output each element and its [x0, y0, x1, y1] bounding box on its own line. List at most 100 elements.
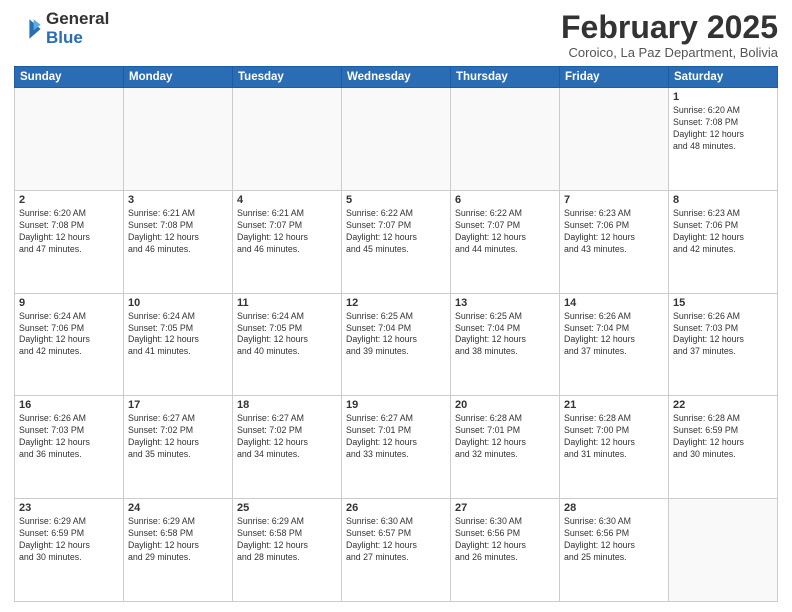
- day-number: 13: [455, 297, 555, 309]
- day-info: Sunrise: 6:21 AM Sunset: 7:08 PM Dayligh…: [128, 208, 228, 256]
- day-number: 1: [673, 91, 773, 103]
- logo-icon: [14, 15, 42, 43]
- header: General Blue February 2025 Coroico, La P…: [14, 10, 778, 60]
- day-info: Sunrise: 6:28 AM Sunset: 6:59 PM Dayligh…: [673, 413, 773, 461]
- day-info: Sunrise: 6:21 AM Sunset: 7:07 PM Dayligh…: [237, 208, 337, 256]
- calendar-day-cell: 22 Sunrise: 6:28 AM Sunset: 6:59 PM Dayli…: [669, 396, 778, 499]
- day-number: 5: [346, 194, 446, 206]
- day-number: 27: [455, 502, 555, 514]
- day-info: Sunrise: 6:28 AM Sunset: 7:00 PM Dayligh…: [564, 413, 664, 461]
- calendar-table: SundayMondayTuesdayWednesdayThursdayFrid…: [14, 66, 778, 602]
- day-info: Sunrise: 6:26 AM Sunset: 7:04 PM Dayligh…: [564, 311, 664, 359]
- day-number: 24: [128, 502, 228, 514]
- day-info: Sunrise: 6:24 AM Sunset: 7:05 PM Dayligh…: [237, 311, 337, 359]
- calendar-day-cell: 25 Sunrise: 6:29 AM Sunset: 6:58 PM Dayli…: [233, 499, 342, 602]
- calendar-day-cell: 14 Sunrise: 6:26 AM Sunset: 7:04 PM Dayli…: [560, 293, 669, 396]
- calendar-day-cell: 4 Sunrise: 6:21 AM Sunset: 7:07 PM Daylig…: [233, 190, 342, 293]
- calendar-weekday-tuesday: Tuesday: [233, 67, 342, 88]
- calendar-weekday-sunday: Sunday: [15, 67, 124, 88]
- day-info: Sunrise: 6:30 AM Sunset: 6:56 PM Dayligh…: [564, 516, 664, 564]
- calendar-day-cell: 13 Sunrise: 6:25 AM Sunset: 7:04 PM Dayli…: [451, 293, 560, 396]
- day-number: 10: [128, 297, 228, 309]
- day-number: 3: [128, 194, 228, 206]
- calendar-day-cell: 12Sunrise: 6:25 AM Sunset: 7:04 PM Dayli…: [342, 293, 451, 396]
- day-number: 16: [19, 399, 119, 411]
- logo-blue-text: Blue: [46, 29, 109, 48]
- day-number: 26: [346, 502, 446, 514]
- calendar-day-cell: 24 Sunrise: 6:29 AM Sunset: 6:58 PM Dayli…: [124, 499, 233, 602]
- calendar-weekday-friday: Friday: [560, 67, 669, 88]
- day-info: Sunrise: 6:23 AM Sunset: 7:06 PM Dayligh…: [673, 208, 773, 256]
- day-number: 8: [673, 194, 773, 206]
- calendar-weekday-thursday: Thursday: [451, 67, 560, 88]
- day-info: Sunrise: 6:25 AM Sunset: 7:04 PM Dayligh…: [346, 311, 446, 359]
- calendar-weekday-wednesday: Wednesday: [342, 67, 451, 88]
- day-number: 28: [564, 502, 664, 514]
- calendar-day-cell: [342, 88, 451, 191]
- day-info: Sunrise: 6:26 AM Sunset: 7:03 PM Dayligh…: [19, 413, 119, 461]
- calendar-day-cell: 26 Sunrise: 6:30 AM Sunset: 6:57 PM Dayli…: [342, 499, 451, 602]
- calendar-day-cell: 28 Sunrise: 6:30 AM Sunset: 6:56 PM Dayli…: [560, 499, 669, 602]
- logo-general-text: General: [46, 10, 109, 29]
- day-info: Sunrise: 6:28 AM Sunset: 7:01 PM Dayligh…: [455, 413, 555, 461]
- calendar-day-cell: [669, 499, 778, 602]
- day-number: 11: [237, 297, 337, 309]
- calendar-day-cell: 21 Sunrise: 6:28 AM Sunset: 7:00 PM Dayli…: [560, 396, 669, 499]
- day-number: 2: [19, 194, 119, 206]
- day-number: 7: [564, 194, 664, 206]
- month-title: February 2025: [561, 10, 778, 45]
- day-info: Sunrise: 6:29 AM Sunset: 6:58 PM Dayligh…: [128, 516, 228, 564]
- calendar-day-cell: 3 Sunrise: 6:21 AM Sunset: 7:08 PM Daylig…: [124, 190, 233, 293]
- calendar-week-row: 9Sunrise: 6:24 AM Sunset: 7:06 PM Daylig…: [15, 293, 778, 396]
- calendar-day-cell: [233, 88, 342, 191]
- calendar-day-cell: 1 Sunrise: 6:20 AM Sunset: 7:08 PM Daylig…: [669, 88, 778, 191]
- calendar-day-cell: 9Sunrise: 6:24 AM Sunset: 7:06 PM Daylig…: [15, 293, 124, 396]
- calendar-week-row: 23 Sunrise: 6:29 AM Sunset: 6:59 PM Dayli…: [15, 499, 778, 602]
- day-info: Sunrise: 6:20 AM Sunset: 7:08 PM Dayligh…: [673, 105, 773, 153]
- day-info: Sunrise: 6:20 AM Sunset: 7:08 PM Dayligh…: [19, 208, 119, 256]
- day-info: Sunrise: 6:30 AM Sunset: 6:57 PM Dayligh…: [346, 516, 446, 564]
- calendar-day-cell: [124, 88, 233, 191]
- day-info: Sunrise: 6:27 AM Sunset: 7:01 PM Dayligh…: [346, 413, 446, 461]
- page: General Blue February 2025 Coroico, La P…: [0, 0, 792, 612]
- day-info: Sunrise: 6:27 AM Sunset: 7:02 PM Dayligh…: [128, 413, 228, 461]
- day-info: Sunrise: 6:29 AM Sunset: 6:58 PM Dayligh…: [237, 516, 337, 564]
- calendar-day-cell: [560, 88, 669, 191]
- day-number: 25: [237, 502, 337, 514]
- day-info: Sunrise: 6:22 AM Sunset: 7:07 PM Dayligh…: [455, 208, 555, 256]
- calendar-day-cell: [15, 88, 124, 191]
- day-number: 19: [346, 399, 446, 411]
- day-info: Sunrise: 6:29 AM Sunset: 6:59 PM Dayligh…: [19, 516, 119, 564]
- calendar-day-cell: 10Sunrise: 6:24 AM Sunset: 7:05 PM Dayli…: [124, 293, 233, 396]
- day-number: 15: [673, 297, 773, 309]
- calendar-day-cell: 20Sunrise: 6:28 AM Sunset: 7:01 PM Dayli…: [451, 396, 560, 499]
- calendar-week-row: 1 Sunrise: 6:20 AM Sunset: 7:08 PM Daylig…: [15, 88, 778, 191]
- calendar-day-cell: 8 Sunrise: 6:23 AM Sunset: 7:06 PM Daylig…: [669, 190, 778, 293]
- day-number: 18: [237, 399, 337, 411]
- day-info: Sunrise: 6:30 AM Sunset: 6:56 PM Dayligh…: [455, 516, 555, 564]
- day-number: 17: [128, 399, 228, 411]
- calendar-week-row: 16 Sunrise: 6:26 AM Sunset: 7:03 PM Dayli…: [15, 396, 778, 499]
- calendar-day-cell: 17 Sunrise: 6:27 AM Sunset: 7:02 PM Dayli…: [124, 396, 233, 499]
- logo: General Blue: [14, 10, 109, 47]
- calendar-weekday-monday: Monday: [124, 67, 233, 88]
- calendar-day-cell: 2 Sunrise: 6:20 AM Sunset: 7:08 PM Daylig…: [15, 190, 124, 293]
- location: Coroico, La Paz Department, Bolivia: [561, 45, 778, 60]
- day-info: Sunrise: 6:27 AM Sunset: 7:02 PM Dayligh…: [237, 413, 337, 461]
- calendar-day-cell: [451, 88, 560, 191]
- calendar-weekday-saturday: Saturday: [669, 67, 778, 88]
- calendar-day-cell: 6 Sunrise: 6:22 AM Sunset: 7:07 PM Daylig…: [451, 190, 560, 293]
- day-number: 4: [237, 194, 337, 206]
- day-number: 23: [19, 502, 119, 514]
- calendar-day-cell: 7Sunrise: 6:23 AM Sunset: 7:06 PM Daylig…: [560, 190, 669, 293]
- day-number: 22: [673, 399, 773, 411]
- day-info: Sunrise: 6:22 AM Sunset: 7:07 PM Dayligh…: [346, 208, 446, 256]
- calendar-day-cell: 11 Sunrise: 6:24 AM Sunset: 7:05 PM Dayli…: [233, 293, 342, 396]
- calendar-day-cell: 23 Sunrise: 6:29 AM Sunset: 6:59 PM Dayli…: [15, 499, 124, 602]
- day-number: 21: [564, 399, 664, 411]
- calendar-day-cell: 18 Sunrise: 6:27 AM Sunset: 7:02 PM Dayli…: [233, 396, 342, 499]
- day-number: 14: [564, 297, 664, 309]
- day-info: Sunrise: 6:25 AM Sunset: 7:04 PM Dayligh…: [455, 311, 555, 359]
- logo-text: General Blue: [46, 10, 109, 47]
- day-number: 6: [455, 194, 555, 206]
